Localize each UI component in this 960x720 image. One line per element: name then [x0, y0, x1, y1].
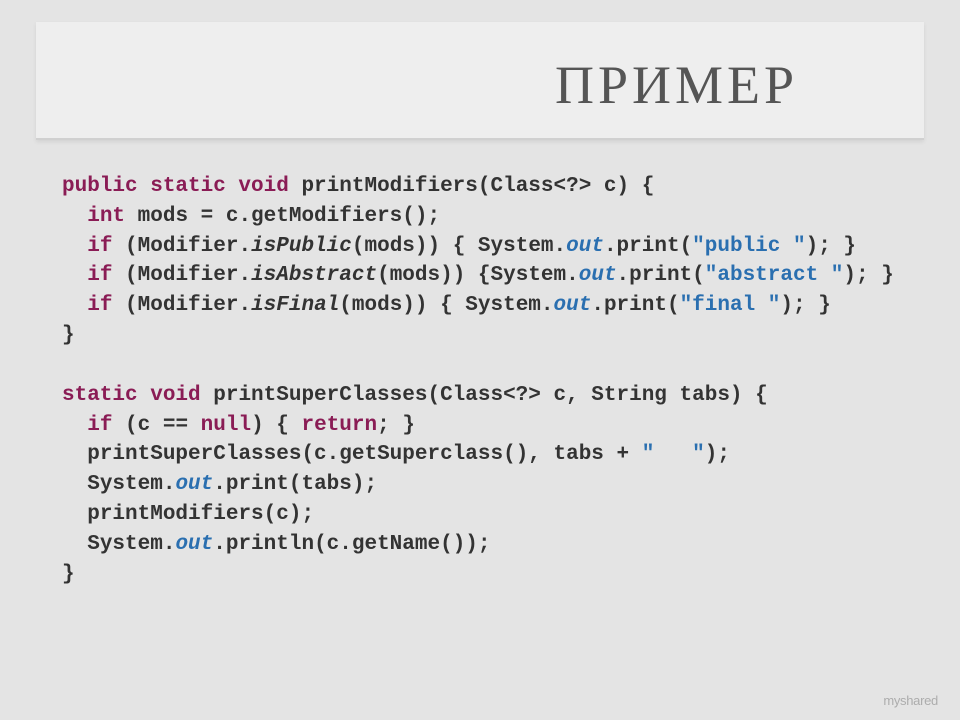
- code-token: out: [175, 473, 213, 496]
- code-token: isPublic: [251, 235, 352, 258]
- code-token: out: [554, 294, 592, 317]
- code-token: printModifiers(c);: [87, 503, 314, 526]
- code-token: printSuperClasses(Class<?> c, String tab…: [213, 384, 768, 407]
- code-token: printModifiers(Class<?> c) {: [301, 175, 654, 198]
- code-token: " ": [642, 443, 705, 466]
- code-line: System.out.println(c.getName());: [62, 530, 920, 560]
- code-token: (Modifier.: [112, 294, 251, 317]
- code-line: if (Modifier.isAbstract(mods)) {System.o…: [62, 261, 920, 291]
- code-token: (Modifier.: [112, 235, 251, 258]
- code-token: "final ": [680, 294, 781, 317]
- code-line: if (c == null) { return; }: [62, 411, 920, 441]
- code-token: ); }: [843, 264, 893, 287]
- code-token: null: [201, 414, 251, 437]
- code-token: (c ==: [112, 414, 200, 437]
- code-token: ) {: [251, 414, 301, 437]
- code-token: public static void: [62, 175, 289, 198]
- code-token: if: [87, 294, 112, 317]
- code-token: System.: [87, 473, 175, 496]
- code-token: if: [87, 264, 112, 287]
- code-token: (Modifier.: [112, 264, 251, 287]
- code-token: if: [87, 414, 112, 437]
- code-token: ); }: [806, 235, 856, 258]
- code-line: }: [62, 321, 920, 351]
- code-token: .println(c.getName());: [213, 533, 490, 556]
- watermark-text: myshared: [883, 693, 938, 708]
- code-token: out: [579, 264, 617, 287]
- code-token: "abstract ": [705, 264, 844, 287]
- code-token: isAbstract: [251, 264, 377, 287]
- code-token: int: [87, 205, 125, 228]
- code-line: System.out.print(tabs);: [62, 470, 920, 500]
- code-line: int mods = c.getModifiers();: [62, 202, 920, 232]
- code-token: (mods)) { System.: [339, 294, 553, 317]
- code-line: public static void printModifiers(Class<…: [62, 172, 920, 202]
- code-token: [289, 175, 302, 198]
- code-token: ; }: [377, 414, 415, 437]
- code-token: (mods)) {System.: [377, 264, 579, 287]
- code-token: printSuperClasses(c.getSuperclass(), tab…: [87, 443, 642, 466]
- code-token: .print(tabs);: [213, 473, 377, 496]
- code-token: if: [87, 235, 112, 258]
- code-line: printModifiers(c);: [62, 500, 920, 530]
- code-line: if (Modifier.isFinal(mods)) { System.out…: [62, 291, 920, 321]
- code-block: public static void printModifiers(Class<…: [62, 172, 920, 589]
- code-token: [201, 384, 214, 407]
- code-token: .print(: [604, 235, 692, 258]
- code-token: mods = c.getModifiers();: [125, 205, 440, 228]
- code-token: );: [705, 443, 730, 466]
- code-token: static void: [62, 384, 201, 407]
- code-token: out: [566, 235, 604, 258]
- slide-title: ПРИМЕР: [555, 54, 798, 116]
- slide: ПРИМЕР public static void printModifiers…: [0, 0, 960, 720]
- code-line: }: [62, 560, 920, 590]
- code-token: }: [62, 563, 75, 586]
- code-token: "public ": [692, 235, 805, 258]
- code-line: [62, 351, 920, 381]
- code-token: [62, 354, 75, 377]
- code-token: ); }: [780, 294, 830, 317]
- code-line: printSuperClasses(c.getSuperclass(), tab…: [62, 440, 920, 470]
- code-token: out: [175, 533, 213, 556]
- code-token: System.: [87, 533, 175, 556]
- code-token: .print(: [617, 264, 705, 287]
- code-token: }: [62, 324, 75, 347]
- code-line: static void printSuperClasses(Class<?> c…: [62, 381, 920, 411]
- code-token: return: [302, 414, 378, 437]
- code-line: if (Modifier.isPublic(mods)) { System.ou…: [62, 232, 920, 262]
- code-token: .print(: [591, 294, 679, 317]
- code-token: (mods)) { System.: [352, 235, 566, 258]
- code-token: isFinal: [251, 294, 339, 317]
